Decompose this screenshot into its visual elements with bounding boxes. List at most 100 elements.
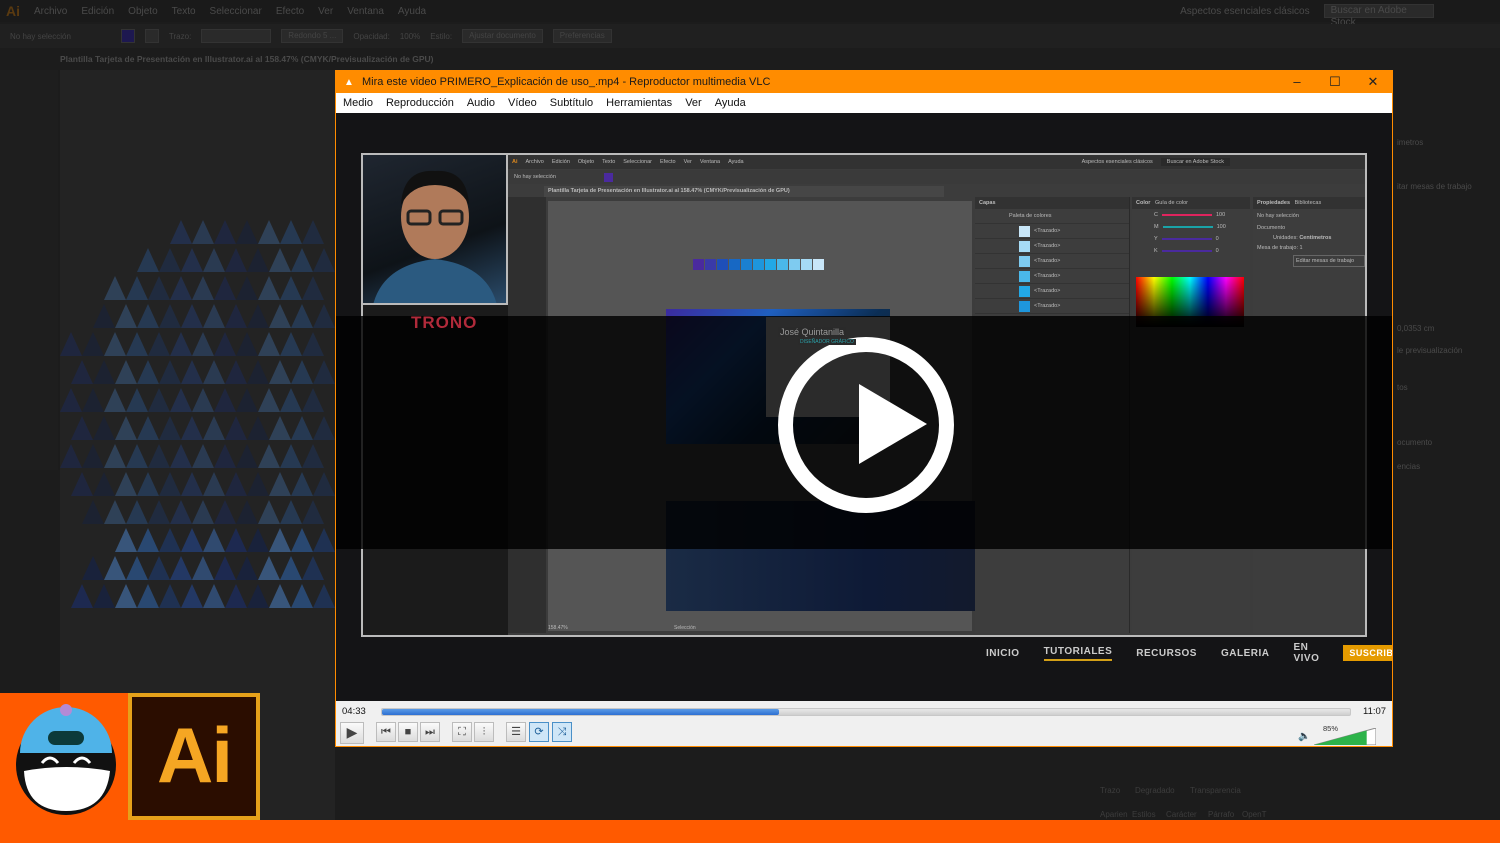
workspace-switcher[interactable]: Aspectos esenciales clásicos (1180, 6, 1310, 17)
palette-swatch (789, 259, 800, 270)
maximize-button[interactable]: ☐ (1316, 71, 1354, 93)
artwork-triangle (115, 528, 137, 552)
layer-name: <Trazado> (1034, 228, 1061, 234)
vlc-menu-bar: Medio Reproducción Audio Vídeo Subtítulo… (336, 93, 1392, 113)
speaker-icon[interactable]: 🔈 (1298, 731, 1310, 742)
artwork-triangle (236, 388, 258, 412)
tab-opentype: OpenT (1242, 810, 1267, 819)
artwork-triangle (71, 584, 93, 608)
artwork-triangle (159, 584, 181, 608)
menu-ver[interactable]: Ver (685, 97, 702, 109)
playlist-button[interactable]: ☰ (506, 722, 526, 742)
volume-slider[interactable] (1314, 728, 1376, 745)
stop-button[interactable]: ■ (398, 722, 418, 742)
layer-row: <Trazado> (975, 239, 1129, 254)
background-properties-panel: imetros itar mesas de trabajo 0,0353 cm … (1393, 110, 1500, 490)
stroke-swatch[interactable] (144, 29, 159, 43)
artwork-triangle (60, 388, 82, 412)
artwork-triangle (291, 360, 313, 384)
close-button[interactable]: ✕ (1354, 71, 1392, 93)
fullscreen-button[interactable]: ⛶ (452, 722, 472, 742)
extended-settings-button[interactable]: ⫶ (474, 722, 494, 742)
artwork-triangle (291, 416, 313, 440)
artwork-triangle (291, 472, 313, 496)
stroke-label: Trazo: (168, 31, 192, 41)
menu-subtitulo[interactable]: Subtítulo (550, 97, 593, 109)
artwork-triangle (60, 444, 82, 468)
color-palette (693, 259, 825, 270)
edit-artboards-button: Editar mesas de trabajo (1293, 255, 1365, 267)
menu-audio[interactable]: Audio (467, 97, 495, 109)
artwork-triangle (115, 416, 137, 440)
menu-objeto[interactable]: Objeto (128, 6, 157, 17)
artwork-triangle (82, 388, 104, 412)
artwork-triangle (82, 556, 104, 580)
artwork-triangle (280, 556, 302, 580)
play-overlay-button[interactable] (778, 337, 954, 513)
artwork-triangle (236, 220, 258, 244)
artwork-triangle (137, 360, 159, 384)
vlc-title-bar[interactable]: ▲ Mira este video PRIMERO_Explicación de… (336, 71, 1392, 93)
selection-status: No hay selección (10, 31, 71, 41)
menu-ver[interactable]: Ver (318, 6, 333, 17)
seek-bar[interactable] (381, 708, 1351, 716)
video-area[interactable]: TRONO Ai Archivo Edición Objeto Texto Se… (336, 113, 1392, 701)
props-tabs: Propiedades Bibliotecas (1253, 197, 1365, 209)
fill-swatch[interactable] (120, 29, 135, 43)
artwork-triangle (258, 388, 280, 412)
shuffle-button[interactable]: ⤨ (552, 722, 572, 742)
menu-efecto[interactable]: Efecto (276, 6, 304, 17)
stock-search[interactable]: Buscar en Adobe Stock (1323, 4, 1434, 28)
units-value: Centímetros (1299, 235, 1332, 241)
artwork-triangle (225, 472, 247, 496)
brush-select[interactable]: Redondo 5 ... (281, 29, 344, 43)
menu-video[interactable]: Vídeo (508, 97, 537, 109)
nav-inicio: INICIO (986, 647, 1020, 659)
menu-ventana[interactable]: Ventana (347, 6, 384, 17)
menu-edicion[interactable]: Edición (81, 6, 114, 17)
artwork-triangle (302, 332, 324, 356)
menu-herramientas[interactable]: Herramientas (606, 97, 672, 109)
play-button[interactable]: ▶ (340, 722, 364, 744)
channel-logo: TRONO (411, 313, 478, 332)
edit-artboards: itar mesas de trabajo (1397, 182, 1472, 191)
previous-button[interactable]: ⏮ (376, 722, 396, 742)
artwork-triangle (313, 416, 335, 440)
next-button[interactable]: ⏭ (420, 722, 440, 742)
brand-strip (0, 820, 1500, 843)
menu-seleccionar[interactable]: Seleccionar (210, 6, 262, 17)
artwork-triangle (181, 472, 203, 496)
adjust-document-button[interactable]: Ajustar documento (462, 29, 543, 43)
nudge-value: 0,0353 cm (1397, 324, 1435, 333)
artwork-triangle (170, 332, 192, 356)
menu-archivo[interactable]: Archivo (34, 6, 67, 17)
cmyk-label: M (1154, 224, 1159, 230)
artwork-triangle (203, 360, 225, 384)
opacity-value[interactable]: 100% (400, 32, 420, 41)
artwork-triangle (93, 472, 115, 496)
palette-swatch (753, 259, 764, 270)
mascot-face-icon (16, 704, 116, 815)
artwork-triangle (313, 248, 335, 272)
loop-button[interactable]: ⟳ (529, 722, 549, 742)
inner-status: Selección (674, 625, 696, 631)
menu-medio[interactable]: Medio (343, 97, 373, 109)
artwork-triangle (170, 444, 192, 468)
stroke-width[interactable] (201, 29, 272, 43)
layers-title: Capas (975, 197, 1129, 209)
menu-ayuda[interactable]: Ayuda (398, 6, 426, 17)
card-role: DISEÑADOR GRÁFICO (798, 339, 856, 345)
preferences-button[interactable]: Preferencias (552, 29, 612, 43)
artwork-triangle (225, 584, 247, 608)
minimize-button[interactable]: – (1278, 71, 1316, 93)
artwork-triangle (93, 584, 115, 608)
artwork-triangle (247, 248, 269, 272)
vlc-window: ▲ Mira este video PRIMERO_Explicación de… (335, 70, 1393, 747)
document-tab[interactable]: Plantilla Tarjeta de Presentación en Ill… (60, 54, 500, 68)
artwork-triangle (225, 528, 247, 552)
menu-reproduccion[interactable]: Reproducción (386, 97, 454, 109)
artwork-triangle (148, 332, 170, 356)
menu-ayuda[interactable]: Ayuda (715, 97, 746, 109)
menu-texto[interactable]: Texto (172, 6, 196, 17)
document-setup: ocumento (1397, 438, 1433, 447)
